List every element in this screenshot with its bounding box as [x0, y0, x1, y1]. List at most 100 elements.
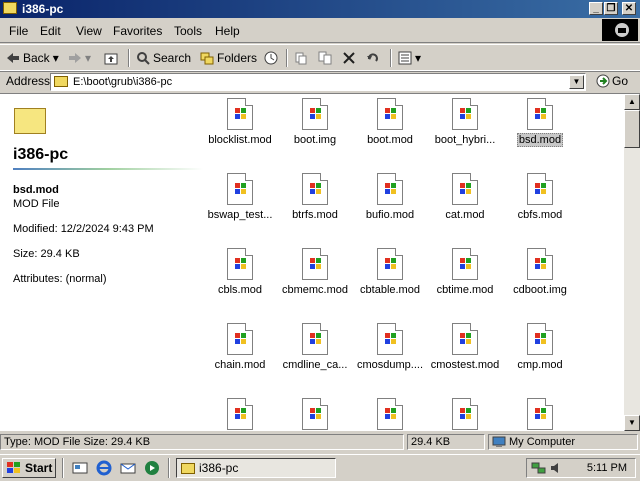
- restore-button[interactable]: ❐: [604, 2, 618, 15]
- start-button[interactable]: Start: [2, 458, 56, 478]
- scroll-thumb[interactable]: [624, 110, 640, 148]
- mod-file-icon: [527, 323, 553, 355]
- clock[interactable]: 5:11 PM: [587, 462, 627, 474]
- toolbar-separator: [390, 49, 392, 67]
- menu-view[interactable]: View: [76, 24, 102, 38]
- mod-file-icon: [227, 323, 253, 355]
- network-icon[interactable]: [531, 461, 547, 475]
- status-text: Type: MOD File Size: 29.4 KB: [0, 434, 404, 450]
- file-item[interactable]: cbls.mod: [199, 244, 281, 314]
- views-dropdown-icon[interactable]: ▾: [415, 51, 421, 65]
- file-item[interactable]: cmdline_ca...: [274, 319, 356, 389]
- windows-logo-icon: [460, 108, 472, 120]
- file-item[interactable]: cdboot.img: [499, 244, 581, 314]
- delete-button[interactable]: [342, 49, 356, 67]
- file-label: blocklist.mod: [199, 134, 281, 146]
- close-button[interactable]: ✕: [622, 2, 636, 15]
- file-item[interactable]: bswap_test...: [199, 169, 281, 239]
- file-item[interactable]: [424, 394, 506, 431]
- mod-file-icon: [227, 98, 253, 130]
- file-item[interactable]: [349, 394, 431, 431]
- file-item[interactable]: bsd.mod: [499, 94, 581, 164]
- views-button[interactable]: ▾: [398, 49, 421, 67]
- scroll-up-button[interactable]: ▲: [624, 94, 640, 110]
- vertical-scrollbar[interactable]: ▲ ▼: [624, 94, 640, 431]
- copy-to-button[interactable]: [318, 49, 332, 67]
- search-icon: [137, 52, 150, 65]
- scroll-down-button[interactable]: ▼: [624, 415, 640, 431]
- move-to-icon: [295, 52, 307, 65]
- file-item[interactable]: [199, 394, 281, 431]
- window-title: i386-pc: [22, 2, 64, 16]
- menu-help[interactable]: Help: [215, 24, 240, 38]
- mod-file-icon: [302, 323, 328, 355]
- forward-dropdown-icon[interactable]: ▾: [85, 51, 91, 65]
- windows-logo-icon: [310, 258, 322, 270]
- mod-file-icon: [527, 398, 553, 430]
- file-name: boot.img: [293, 134, 337, 146]
- mod-file-icon: [227, 248, 253, 280]
- file-item[interactable]: cmp.mod: [499, 319, 581, 389]
- menu-tools[interactable]: Tools: [174, 24, 202, 38]
- file-item[interactable]: [499, 394, 581, 431]
- selected-file-name: bsd.mod: [13, 184, 59, 196]
- forward-button[interactable]: ▾: [68, 49, 91, 67]
- volume-icon[interactable]: [549, 461, 563, 475]
- windows-logo-icon: [235, 183, 247, 195]
- mod-file-icon: [527, 173, 553, 205]
- file-item[interactable]: cbtable.mod: [349, 244, 431, 314]
- file-item[interactable]: cat.mod: [424, 169, 506, 239]
- address-dropdown-icon[interactable]: ▼: [569, 75, 584, 89]
- file-item[interactable]: cbtime.mod: [424, 244, 506, 314]
- file-item[interactable]: cbfs.mod: [499, 169, 581, 239]
- file-label: boot.img: [274, 134, 356, 146]
- file-label: btrfs.mod: [274, 209, 356, 221]
- search-button[interactable]: Search: [136, 49, 191, 67]
- status-size: 29.4 KB: [407, 434, 485, 450]
- windows-logo-icon: [235, 333, 247, 345]
- windows-flag-icon: [7, 462, 20, 473]
- undo-button[interactable]: [366, 49, 380, 67]
- file-item[interactable]: cmosdump....: [349, 319, 431, 389]
- folders-button[interactable]: Folders: [200, 49, 257, 67]
- mod-file-icon: [377, 98, 403, 130]
- toolbar: Back ▾ ▾ Search Folders ▾: [0, 44, 640, 72]
- up-button[interactable]: [104, 49, 118, 67]
- file-item[interactable]: cmostest.mod: [424, 319, 506, 389]
- windows-logo-icon: [385, 183, 397, 195]
- file-item[interactable]: btrfs.mod: [274, 169, 356, 239]
- file-name: cmosdump....: [356, 359, 424, 371]
- outlook-express-icon[interactable]: [120, 460, 136, 476]
- file-item[interactable]: boot_hybri...: [424, 94, 506, 164]
- back-button[interactable]: Back ▾: [6, 49, 59, 67]
- history-button[interactable]: [264, 49, 278, 67]
- folder-icon: [181, 462, 195, 474]
- minimize-button[interactable]: _: [589, 2, 603, 15]
- menu-file[interactable]: File: [9, 24, 28, 38]
- file-item[interactable]: bufio.mod: [349, 169, 431, 239]
- file-item[interactable]: chain.mod: [199, 319, 281, 389]
- file-item[interactable]: boot.mod: [349, 94, 431, 164]
- taskbar-separator: [62, 458, 64, 478]
- mod-file-icon: [452, 98, 478, 130]
- task-explorer-window[interactable]: i386-pc: [176, 458, 336, 478]
- file-name: cbfs.mod: [517, 209, 563, 221]
- windows-logo-icon: [535, 333, 547, 345]
- show-desktop-icon[interactable]: [72, 460, 88, 476]
- media-player-icon[interactable]: [144, 460, 160, 476]
- file-size: Size: 29.4 KB: [13, 248, 80, 260]
- mod-file-icon: [527, 248, 553, 280]
- file-item[interactable]: [274, 394, 356, 431]
- address-input[interactable]: E:\boot\grub\i386-pc ▼: [50, 73, 586, 91]
- menu-edit[interactable]: Edit: [40, 24, 61, 38]
- file-item[interactable]: cbmemc.mod: [274, 244, 356, 314]
- file-label: cmostest.mod: [424, 359, 506, 371]
- file-item[interactable]: boot.img: [274, 94, 356, 164]
- internet-explorer-icon[interactable]: [96, 460, 112, 476]
- move-to-button[interactable]: [294, 49, 308, 67]
- menu-favorites[interactable]: Favorites: [113, 24, 162, 38]
- file-item[interactable]: blocklist.mod: [199, 94, 281, 164]
- back-dropdown-icon[interactable]: ▾: [53, 51, 59, 65]
- history-icon: [264, 51, 278, 65]
- go-button[interactable]: Go: [596, 74, 628, 88]
